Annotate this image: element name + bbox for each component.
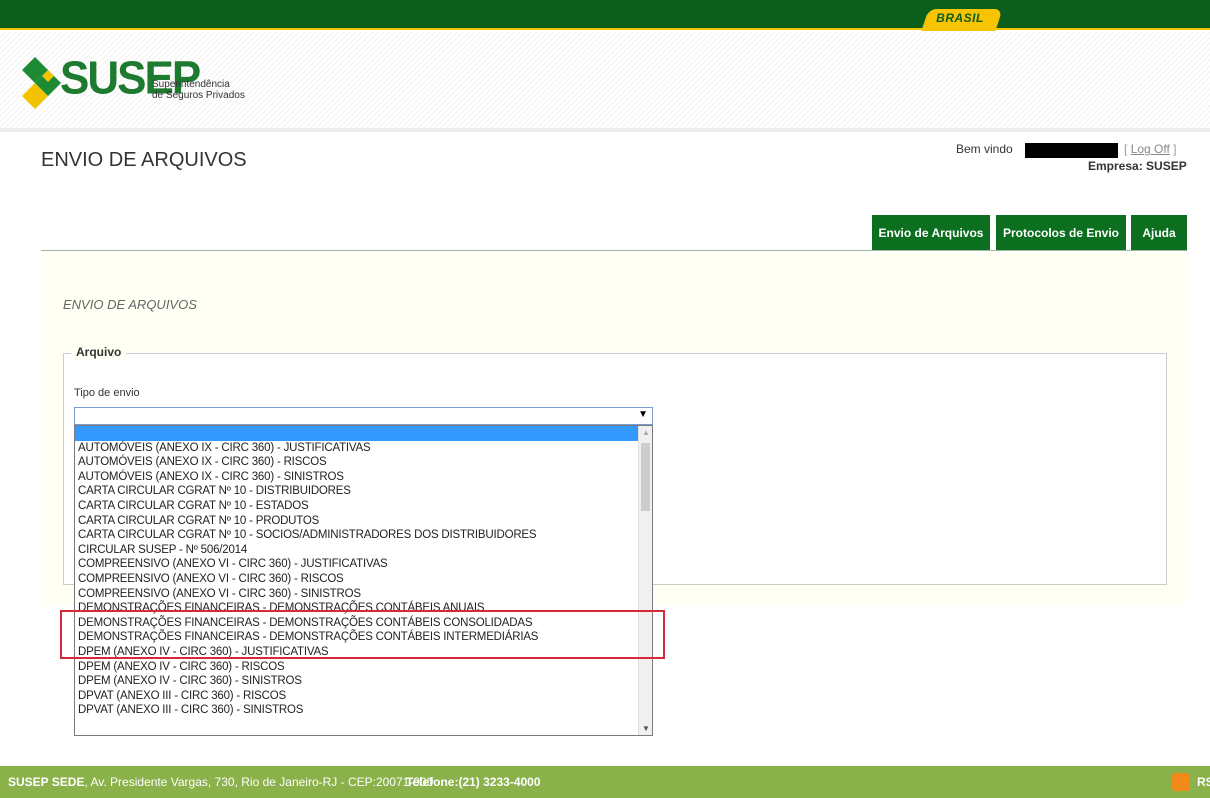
chevron-down-icon[interactable]: ▼ [638,409,648,420]
nav-envio-de-arquivos[interactable]: Envio de Arquivos [872,215,990,251]
footer-phone: Telefone:(21) 3233-4000 [406,775,541,789]
logo-subtitle-line2: de Seguros Privados [152,90,245,101]
nav-divider [41,250,1187,251]
dropdown-option[interactable]: COMPREENSIVO (ANEXO VI - CIRC 360) - JUS… [75,557,652,572]
footer-org: SUSEP SEDE [8,775,85,789]
dropdown-option[interactable]: COMPREENSIVO (ANEXO VI - CIRC 360) - RIS… [75,572,652,587]
brasil-label[interactable]: BRASIL [930,11,990,25]
tipo-envio-select[interactable]: ▼ [74,407,653,425]
site-footer: SUSEP SEDE, Av. Presidente Vargas, 730, … [0,766,1210,798]
scroll-thumb[interactable] [641,443,650,511]
logoff-bracket-open: [ [1124,142,1128,156]
dropdown-option[interactable] [75,426,652,441]
nav-protocolos-de-envio[interactable]: Protocolos de Envio [996,215,1126,251]
header-separator [0,128,1210,132]
dropdown-option[interactable]: DPEM (ANEXO IV - CIRC 360) - SINISTROS [75,674,652,689]
dropdown-option[interactable]: CARTA CIRCULAR CGRAT Nº 10 - SOCIOS/ADMI… [75,528,652,543]
site-header: SUSEP Superintendência de Seguros Privad… [0,32,1210,128]
tipo-envio-label: Tipo de envio [74,387,140,399]
rss-icon[interactable] [1172,773,1190,791]
dropdown-option[interactable]: CIRCULAR SUSEP - Nº 506/2014 [75,543,652,558]
fieldset-legend: Arquivo [71,345,127,359]
dropdown-option[interactable]: AUTOMÓVEIS (ANEXO IX - CIRC 360) - JUSTI… [75,441,652,456]
logo-subtitle: Superintendência de Seguros Privados [152,79,245,101]
dropdown-scrollbar[interactable]: ▲ ▼ [638,426,652,735]
nav-ajuda[interactable]: Ajuda [1131,215,1187,251]
dropdown-option[interactable]: AUTOMÓVEIS (ANEXO IX - CIRC 360) - SINIS… [75,470,652,485]
dropdown-option[interactable]: COMPREENSIVO (ANEXO VI - CIRC 360) - SIN… [75,587,652,602]
rss-label[interactable]: RS [1197,775,1210,789]
redacted-username [1025,143,1118,158]
company-label: Empresa: SUSEP [1088,159,1187,173]
scroll-up-icon[interactable]: ▲ [642,428,650,437]
page-title: ENVIO DE ARQUIVOS [41,149,247,171]
logoff-link[interactable]: Log Off [1131,142,1170,156]
dropdown-option[interactable]: CARTA CIRCULAR CGRAT Nº 10 - PRODUTOS [75,514,652,529]
tipo-envio-dropdown[interactable]: AUTOMÓVEIS (ANEXO IX - CIRC 360) - JUSTI… [74,425,653,736]
highlight-box [60,610,665,659]
dropdown-option[interactable]: AUTOMÓVEIS (ANEXO IX - CIRC 360) - RISCO… [75,455,652,470]
dropdown-option[interactable]: DPVAT (ANEXO III - CIRC 360) - SINISTROS [75,703,652,718]
section-subtitle: ENVIO DE ARQUIVOS [63,297,197,312]
dropdown-option[interactable]: CARTA CIRCULAR CGRAT Nº 10 - ESTADOS [75,499,652,514]
gov-top-bar: BRASIL [0,0,1210,31]
logoff-wrapper: [ Log Off ] [1124,142,1177,156]
dropdown-option[interactable]: DPEM (ANEXO IV - CIRC 360) - RISCOS [75,660,652,675]
dropdown-option[interactable]: DPVAT (ANEXO III - CIRC 360) - RISCOS [75,689,652,704]
welcome-text: Bem vindo [956,142,1013,156]
dropdown-option[interactable]: CARTA CIRCULAR CGRAT Nº 10 - DISTRIBUIDO… [75,484,652,499]
footer-address-text: , Av. Presidente Vargas, 730, Rio de Jan… [84,775,434,789]
dropdown-options: AUTOMÓVEIS (ANEXO IX - CIRC 360) - JUSTI… [75,426,652,718]
footer-address: SUSEP SEDE, Av. Presidente Vargas, 730, … [8,775,433,789]
scroll-down-icon[interactable]: ▼ [642,724,650,733]
logoff-bracket-close: ] [1173,142,1177,156]
logo-subtitle-line1: Superintendência [152,79,230,90]
